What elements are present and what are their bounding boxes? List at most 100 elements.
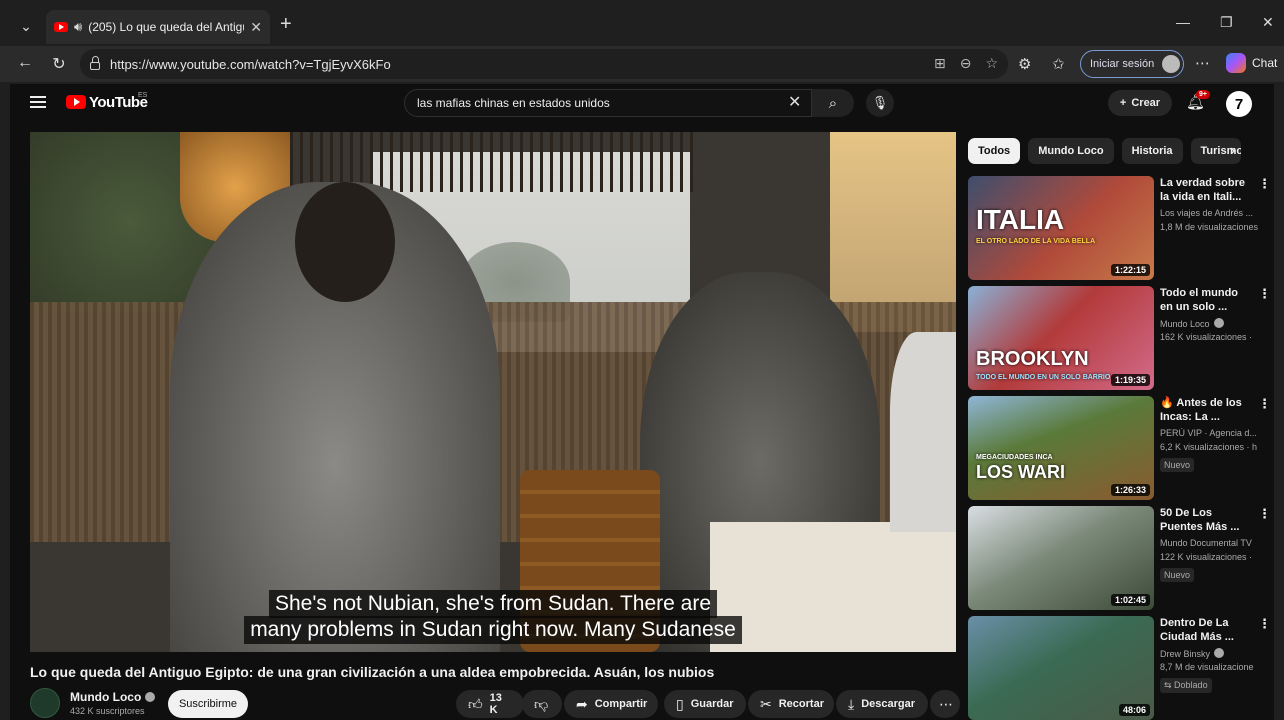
youtube-logo-icon[interactable]	[66, 95, 86, 109]
recommendation-channel[interactable]: Los viajes de Andrés ...	[1160, 208, 1272, 218]
more-vertical-icon[interactable]: ⋮	[1258, 506, 1271, 522]
channel-label: Drew Binsky	[1160, 649, 1211, 659]
favorite-star-icon[interactable]: ☆	[985, 55, 998, 72]
subtitle-line-1: She's not Nubian, she's from Sudan. Ther…	[30, 590, 956, 618]
url-text[interactable]: https://www.youtube.com/watch?v=TgjEyvX6…	[110, 57, 391, 72]
video-duration: 1:22:15	[1110, 264, 1150, 276]
save-button[interactable]: ▯ Guardar	[664, 690, 746, 718]
clip-button[interactable]: ✂ Recortar	[748, 690, 834, 718]
video-thumbnail[interactable]: BROOKLYN TODO EL MUNDO EN UN SOLO BARRIO…	[968, 286, 1154, 390]
dubbed-badge: ⇆ Doblado	[1160, 678, 1212, 693]
recommendation-title[interactable]: 🔥 Antes de los Incas: La ...	[1160, 396, 1250, 424]
copilot-icon	[1226, 53, 1246, 73]
youtube-favicon-icon	[54, 22, 68, 32]
more-vertical-icon[interactable]: ⋮	[1258, 286, 1271, 302]
back-icon[interactable]: ←	[14, 54, 36, 72]
recommendation-item[interactable]: 1:02:45 50 De Los Puentes Más ... Mundo …	[968, 506, 1274, 612]
subtitle-text-1: She's not Nubian, she's from Sudan. Ther…	[268, 590, 718, 618]
voice-search-button[interactable]: 🎙︎	[866, 89, 894, 117]
download-button[interactable]: ⤓ Descargar	[836, 690, 928, 718]
more-vertical-icon[interactable]: ⋮	[1258, 616, 1271, 632]
recommendation-item[interactable]: MEGACIUDADES INCA LOS WARI 1:26:33 🔥 Ant…	[968, 396, 1274, 502]
more-actions-button[interactable]: ⋯	[930, 690, 960, 718]
search-input[interactable]: las mafias chinas en estados unidos	[404, 89, 812, 117]
favorites-icon[interactable]: ✩	[1052, 55, 1065, 73]
video-thumbnail[interactable]: 1:02:45	[968, 506, 1154, 610]
address-bar-actions: ⊞ ⊖ ☆	[934, 55, 998, 72]
close-window-icon[interactable]: ✕	[1262, 14, 1274, 31]
chevron-right-icon[interactable]: ›	[1230, 142, 1235, 160]
tab-close-icon[interactable]: ✕	[250, 19, 262, 36]
youtube-page: YouTube ES las mafias chinas en estados …	[10, 84, 1274, 720]
video-frame-man-head	[295, 182, 395, 302]
more-vertical-icon[interactable]: ⋮	[1258, 176, 1271, 192]
new-tab-button[interactable]: +	[280, 14, 292, 34]
subtitle-line-2: many problems in Sudan right now. Many S…	[30, 616, 956, 644]
video-thumbnail[interactable]: ITALIA EL OTRO LADO DE LA VIDA BELLA 1:2…	[968, 176, 1154, 280]
subscribe-button[interactable]: Suscribirme	[168, 690, 248, 718]
browser-tab-active[interactable]: 🔊︎ (205) Lo que queda del Antiguo ✕	[46, 10, 270, 44]
scissors-icon: ✂	[760, 695, 772, 712]
restore-icon[interactable]: ❐	[1220, 14, 1233, 31]
channel-name[interactable]: Mundo Loco	[70, 690, 141, 704]
chat-label: Chat	[1252, 56, 1278, 70]
signin-button[interactable]: Iniciar sesión	[1080, 50, 1184, 78]
clear-search-icon[interactable]: ✕	[788, 92, 801, 112]
minimize-icon[interactable]: —	[1176, 14, 1190, 30]
recommendation-title[interactable]: La verdad sobre la vida en Itali...	[1160, 176, 1250, 204]
chip-mundo-loco[interactable]: Mundo Loco	[1028, 138, 1114, 164]
reload-icon[interactable]: ↻	[48, 54, 70, 74]
thumbnail-subtitle: TODO EL MUNDO EN UN SOLO BARRIO	[976, 374, 1111, 381]
recommendation-title[interactable]: Dentro De La Ciudad Más ...	[1160, 616, 1250, 644]
speaker-icon[interactable]: 🔊︎	[74, 19, 82, 35]
zoom-icon[interactable]: ⊖	[960, 55, 972, 72]
like-button[interactable]: 👍︎ 13 K	[456, 690, 524, 718]
more-options-icon[interactable]: ⋯	[1195, 54, 1210, 72]
browser-window: ⌄ 🔊︎ (205) Lo que queda del Antiguo ✕ + …	[0, 0, 1284, 720]
video-frame-person	[890, 332, 956, 532]
video-thumbnail[interactable]: 48:06	[968, 616, 1154, 720]
chip-historia[interactable]: Historia	[1121, 138, 1183, 164]
filter-chips: Todos Mundo Loco Historia Turismo	[968, 138, 1241, 164]
recommendation-title[interactable]: 50 De Los Puentes Más ...	[1160, 506, 1250, 534]
thumbnail-title: BROOKLYN	[976, 348, 1089, 370]
thumbnail-subtitle: MEGACIUDADES INCA	[976, 454, 1053, 461]
share-button[interactable]: ➦ Compartir	[564, 690, 658, 718]
video-duration: 1:19:35	[1110, 374, 1150, 386]
dislike-button[interactable]: 👎︎	[522, 690, 562, 718]
video-player[interactable]: She's not Nubian, she's from Sudan. Ther…	[30, 132, 956, 652]
video-thumbnail[interactable]: MEGACIUDADES INCA LOS WARI 1:26:33	[968, 396, 1154, 500]
profile-avatar-icon	[1162, 55, 1180, 73]
download-label: Descargar	[861, 698, 916, 710]
share-label: Compartir	[594, 698, 648, 710]
channel-avatar[interactable]	[30, 688, 60, 718]
region-code: ES	[138, 92, 148, 99]
recommendation-channel[interactable]: Mundo Loco	[1160, 318, 1272, 329]
microphone-icon: 🎙︎	[871, 95, 889, 110]
app-available-icon[interactable]: ⊞	[934, 55, 946, 72]
search-button[interactable]: ⌕	[812, 89, 854, 117]
extensions-icon[interactable]: ⚙	[1018, 55, 1031, 73]
thumbnail-subtitle: EL OTRO LADO DE LA VIDA BELLA	[976, 238, 1096, 245]
copilot-chat-button[interactable]: Chat	[1226, 53, 1277, 73]
recommendation-item[interactable]: ITALIA EL OTRO LADO DE LA VIDA BELLA 1:2…	[968, 176, 1274, 282]
account-avatar[interactable]: 7	[1226, 91, 1252, 117]
more-vertical-icon[interactable]: ⋮	[1258, 396, 1271, 412]
channel-name-row[interactable]: Mundo Loco	[70, 690, 156, 704]
chip-todos[interactable]: Todos	[968, 138, 1021, 164]
create-button[interactable]: + Crear	[1108, 90, 1172, 116]
recommendation-item[interactable]: 48:06 Dentro De La Ciudad Más ... Drew B…	[968, 616, 1274, 720]
recommendation-item[interactable]: BROOKLYN TODO EL MUNDO EN UN SOLO BARRIO…	[968, 286, 1274, 392]
new-badge: Nuevo	[1160, 458, 1195, 472]
menu-icon[interactable]	[30, 96, 46, 108]
tab-list-chevron-icon[interactable]: ⌄	[12, 14, 40, 38]
recommendation-channel[interactable]: PERÚ VIP · Agencia d...	[1160, 428, 1272, 438]
plus-icon: +	[1119, 97, 1127, 109]
lock-icon[interactable]	[90, 56, 100, 70]
download-icon: ⤓	[848, 695, 855, 712]
address-bar[interactable]: https://www.youtube.com/watch?v=TgjEyvX6…	[80, 49, 1008, 79]
recommendation-channel[interactable]: Mundo Documental TV	[1160, 538, 1272, 548]
recommendation-channel[interactable]: Drew Binsky	[1160, 648, 1272, 659]
thumbnail-title: LOS WARI	[976, 462, 1065, 482]
recommendation-title[interactable]: Todo el mundo en un solo ...	[1160, 286, 1250, 314]
